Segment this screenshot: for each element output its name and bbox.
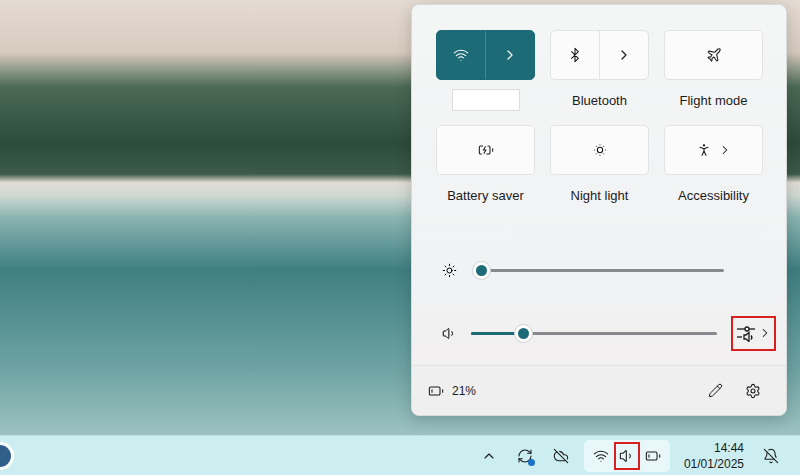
quick-tile[interactable] <box>550 125 649 175</box>
quick-settings-button[interactable] <box>584 440 670 472</box>
tile-cell: Bluetooth <box>550 30 649 111</box>
slider-thumb[interactable] <box>514 324 533 343</box>
tile-icon <box>478 142 494 158</box>
tile-label: Night light <box>571 184 629 206</box>
panel-footer: 21% <box>412 365 786 415</box>
clock[interactable]: 14:4401/01/2025 <box>680 440 748 472</box>
tile-icon <box>592 142 608 158</box>
edit-button[interactable] <box>700 376 730 406</box>
slider-row <box>412 252 786 288</box>
tile-toggle[interactable] <box>437 31 485 79</box>
tile-expand[interactable] <box>485 31 534 79</box>
tile-label: Accessibility <box>678 184 749 206</box>
desktop-wallpaper: Bluetooth Flight mode Battery saver Night l… <box>0 0 800 435</box>
slider-track[interactable] <box>471 332 717 335</box>
battery-icon <box>645 448 661 464</box>
settings-button[interactable] <box>738 376 768 406</box>
tile-label: Battery saver <box>447 184 524 206</box>
clock-time: 14:44 <box>714 440 744 456</box>
gear-icon <box>745 383 761 399</box>
system-tray: 14:4401/01/2025 <box>476 440 784 472</box>
notifications-button[interactable] <box>758 441 784 471</box>
pencil-icon <box>708 383 723 398</box>
tile-label <box>452 89 520 111</box>
tile-cell: Flight mode <box>664 30 763 111</box>
screen: Bluetooth Flight mode Battery saver Night l… <box>0 0 800 475</box>
tile-cell: Accessibility <box>664 125 763 206</box>
app-icon[interactable] <box>0 442 14 470</box>
slider-track[interactable] <box>481 269 724 272</box>
slider-row <box>412 315 786 351</box>
battery-percent: 21% <box>452 384 692 398</box>
speaker-icon <box>442 326 457 341</box>
tile-cell <box>436 30 535 111</box>
chevron-icon <box>718 143 732 157</box>
volume-mixer-button[interactable] <box>731 316 776 351</box>
chevron-icon <box>502 47 518 63</box>
wifi-icon <box>593 448 609 464</box>
tile-expand[interactable] <box>599 31 648 79</box>
tile-icon <box>696 142 712 158</box>
tile-grid: Bluetooth Flight mode Battery saver Night l… <box>412 5 786 206</box>
mixer-icon <box>736 324 756 342</box>
cloud-button[interactable] <box>548 441 574 471</box>
battery-status <box>640 442 666 470</box>
overflow-button[interactable] <box>476 441 502 471</box>
tile-icon <box>706 47 722 63</box>
chevron-icon <box>758 326 772 340</box>
clock-date: 01/01/2025 <box>684 456 744 472</box>
quick-tile[interactable] <box>664 30 763 80</box>
volume-status <box>614 442 640 470</box>
tile-icon <box>453 47 469 63</box>
brightness-icon <box>442 263 457 278</box>
quick-tile[interactable] <box>664 125 763 175</box>
tile-label: Flight mode <box>680 89 748 111</box>
slider-thumb[interactable] <box>472 261 491 280</box>
quick-tile[interactable] <box>436 125 535 175</box>
tile-toggle[interactable] <box>437 126 534 174</box>
wifi-status <box>588 442 614 470</box>
redacted-label <box>452 89 520 111</box>
tile-toggle[interactable] <box>665 126 762 174</box>
chevron-up-icon <box>481 448 497 464</box>
quick-settings-panel: Bluetooth Flight mode Battery saver Night l… <box>411 4 787 416</box>
quick-tile[interactable] <box>550 30 649 80</box>
sync-badge <box>528 459 535 466</box>
cloud-off-icon <box>553 448 569 464</box>
bell-off-icon <box>763 448 779 464</box>
tile-toggle[interactable] <box>551 31 599 79</box>
tile-cell: Night light <box>550 125 649 206</box>
chevron-icon <box>616 47 632 63</box>
tile-label: Bluetooth <box>572 89 627 111</box>
quick-tile[interactable] <box>436 30 535 80</box>
taskbar: 14:4401/01/2025 <box>0 435 800 475</box>
speaker-icon <box>619 448 635 464</box>
battery-icon <box>428 383 444 399</box>
sync-button[interactable] <box>512 441 538 471</box>
tile-cell: Battery saver <box>436 125 535 206</box>
tile-toggle[interactable] <box>551 126 648 174</box>
tile-toggle[interactable] <box>665 31 762 79</box>
tile-icon <box>567 47 583 63</box>
